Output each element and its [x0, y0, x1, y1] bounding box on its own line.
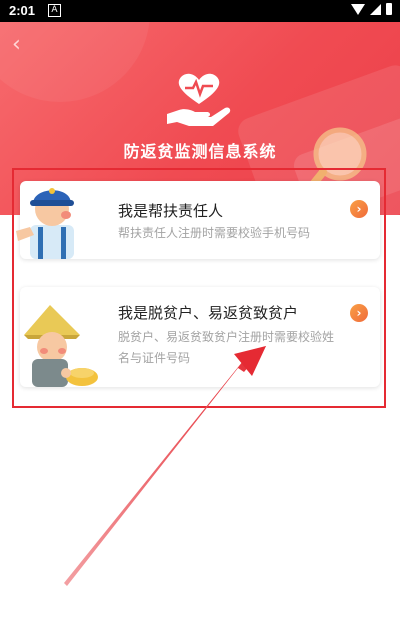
annotation-arrow [64, 346, 266, 586]
